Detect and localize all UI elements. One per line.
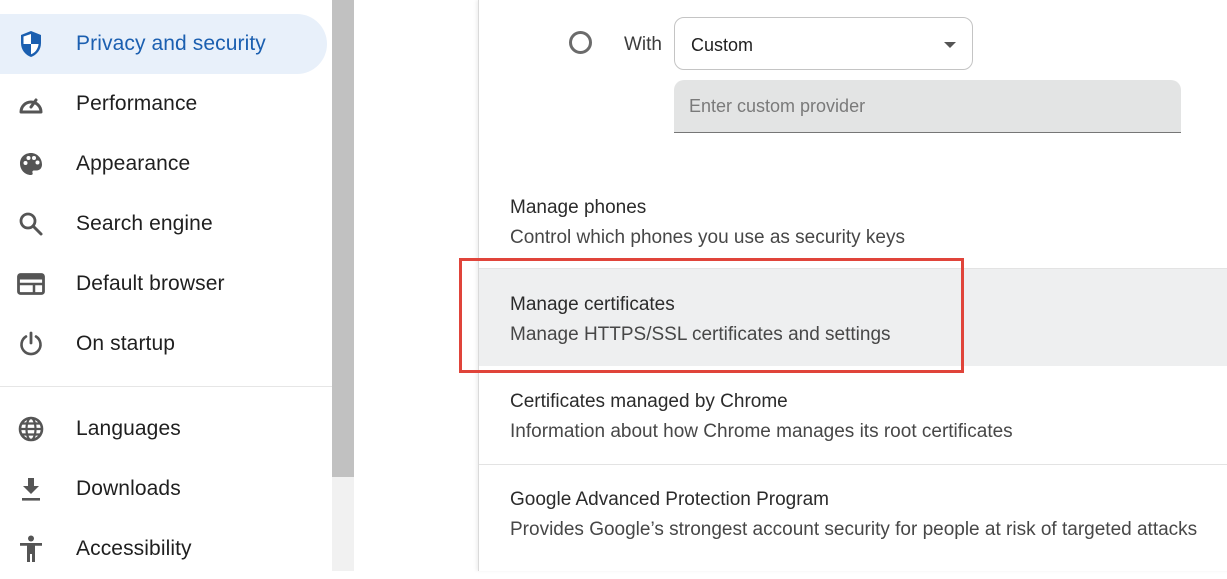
sidebar-item-accessibility[interactable]: Accessibility (0, 519, 327, 579)
sidebar-item-label: Downloads (76, 477, 181, 500)
sidebar-item-performance[interactable]: Performance (0, 74, 327, 134)
row-title: Google Advanced Protection Program (510, 489, 829, 510)
speedometer-icon (17, 90, 45, 118)
sidebar-item-label: On startup (76, 332, 176, 355)
sidebar-item-label: Privacy and security (76, 32, 266, 55)
sidebar-item-label: Languages (76, 417, 181, 440)
sidebar-item-appearance[interactable]: Appearance (0, 134, 327, 194)
browser-window-icon (17, 270, 45, 298)
row-description: Provides Google’s strongest account secu… (510, 519, 1198, 540)
advanced-protection-program-row[interactable]: Google Advanced Protection Program Provi… (479, 465, 1227, 571)
palette-icon (17, 150, 45, 178)
sidebar-item-privacy-and-security[interactable]: Privacy and security (0, 14, 327, 74)
chevron-down-icon (944, 42, 956, 48)
sidebar-item-label: Accessibility (76, 537, 192, 560)
sidebar-scrollbar-thumb[interactable] (332, 0, 354, 477)
settings-sidebar: Privacy and security Performance Appeara… (0, 0, 332, 571)
download-icon (17, 475, 45, 503)
sidebar-item-on-startup[interactable]: On startup (0, 314, 327, 374)
shield-icon (17, 30, 45, 58)
search-icon (17, 210, 45, 238)
sidebar-item-label: Appearance (76, 152, 191, 175)
manage-phones-row[interactable]: Manage phones Control which phones you u… (479, 180, 1227, 268)
manage-certificates-row[interactable]: Manage certificates Manage HTTPS/SSL cer… (479, 269, 1227, 366)
globe-icon (17, 415, 45, 443)
power-icon (17, 330, 45, 358)
custom-dns-radio-label: With (624, 34, 662, 55)
sidebar-item-label: Performance (76, 92, 198, 115)
certificates-managed-by-chrome-row[interactable]: Certificates managed by Chrome Informati… (479, 366, 1227, 464)
sidebar-divider (0, 386, 332, 387)
row-title: Manage certificates (510, 294, 675, 315)
row-title: Manage phones (510, 197, 647, 218)
row-description: Manage HTTPS/SSL certificates and settin… (510, 324, 891, 345)
custom-dns-radio[interactable] (569, 31, 592, 54)
custom-provider-input[interactable] (674, 80, 1181, 133)
sidebar-item-label: Search engine (76, 212, 213, 235)
sidebar-item-default-browser[interactable]: Default browser (0, 254, 327, 314)
row-description: Control which phones you use as security… (510, 227, 905, 248)
dns-provider-select-value: Custom (691, 35, 754, 55)
row-title: Certificates managed by Chrome (510, 391, 788, 412)
dns-provider-select[interactable]: Custom (674, 17, 973, 70)
accessibility-icon (17, 535, 45, 563)
sidebar-item-languages[interactable]: Languages (0, 399, 327, 459)
row-description: Information about how Chrome manages its… (510, 421, 1013, 442)
sidebar-item-downloads[interactable]: Downloads (0, 459, 327, 519)
sidebar-item-label: Default browser (76, 272, 225, 295)
sidebar-item-search-engine[interactable]: Search engine (0, 194, 327, 254)
